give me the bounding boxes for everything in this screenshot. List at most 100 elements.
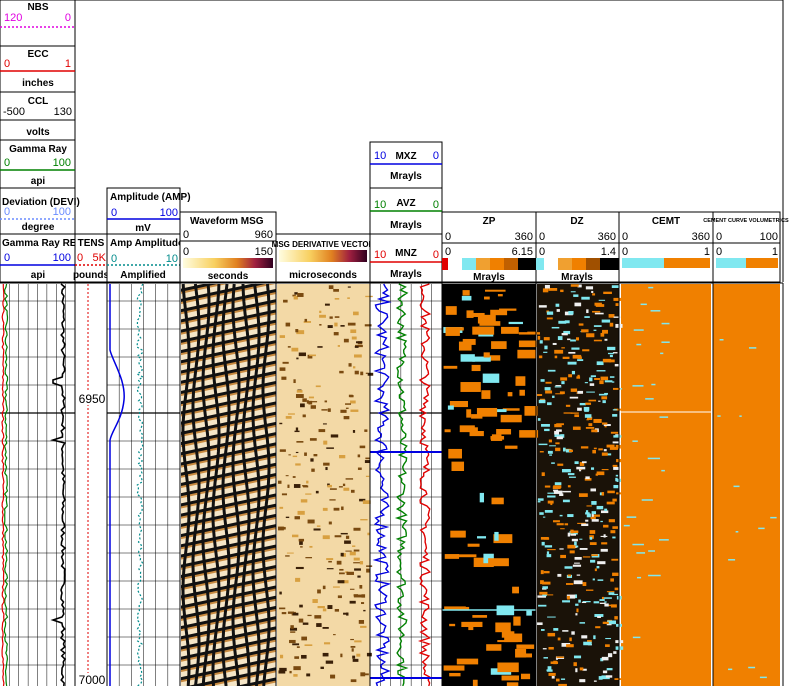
dz-speckle bbox=[614, 678, 622, 680]
dz-speckle bbox=[554, 349, 564, 354]
ccv-tick bbox=[748, 347, 757, 349]
scale-min: 0 bbox=[539, 231, 545, 243]
curve-name: CCL bbox=[28, 96, 49, 107]
deriv-speckle bbox=[350, 679, 357, 683]
dz-speckle bbox=[602, 670, 608, 674]
zp-blob bbox=[466, 383, 474, 391]
dz-speckle bbox=[573, 294, 579, 297]
ccv-tick bbox=[728, 559, 736, 561]
scale-max: 6.15 bbox=[512, 246, 533, 258]
dz-speckle bbox=[579, 548, 588, 550]
dz-speckle bbox=[547, 616, 556, 618]
dz-speckle bbox=[590, 375, 596, 378]
dz-speckle bbox=[556, 309, 560, 312]
scale-min: 0 bbox=[445, 246, 451, 258]
zp-blob bbox=[519, 653, 533, 658]
dz-speckle bbox=[540, 629, 545, 631]
dz-speckle bbox=[541, 541, 545, 546]
zp-blob bbox=[476, 407, 498, 417]
deriv-speckle bbox=[297, 293, 304, 297]
track-title: Waveform MSG bbox=[190, 216, 264, 227]
deriv-speckle bbox=[353, 527, 361, 531]
dz-speckle bbox=[600, 376, 609, 381]
deriv-speckle bbox=[301, 654, 307, 659]
curve-name: TENS bbox=[78, 238, 105, 249]
log-header: NBS 120 0 ECC 0 1 inches CCL -500 130 vo… bbox=[0, 0, 789, 283]
deriv-speckle bbox=[292, 612, 299, 616]
deriv-speckle bbox=[344, 540, 351, 544]
deriv-speckle bbox=[330, 674, 336, 679]
dz-speckle bbox=[552, 342, 557, 345]
dz-speckle bbox=[550, 503, 553, 506]
deriv-speckle bbox=[309, 354, 316, 357]
curve-unit: inches bbox=[22, 78, 54, 89]
dz-speckle bbox=[593, 447, 597, 450]
deriv-speckle bbox=[364, 324, 372, 327]
dz-speckle bbox=[562, 630, 569, 632]
deriv-speckle bbox=[289, 639, 296, 644]
deriv-speckle bbox=[354, 370, 359, 375]
deriv-speckle bbox=[317, 606, 325, 609]
deriv-speckle bbox=[307, 519, 315, 524]
cemt-tick bbox=[632, 543, 644, 546]
dz-speckle bbox=[612, 536, 616, 539]
curve-header-mnz: 10 MNZ 0 Mrayls bbox=[369, 233, 443, 283]
dz-speckle bbox=[591, 554, 598, 557]
dz-speckle bbox=[553, 628, 559, 631]
dz-speckle bbox=[572, 354, 582, 359]
dz-speckle bbox=[609, 376, 615, 378]
msg-waveform-image bbox=[181, 284, 276, 686]
dz-speckle bbox=[593, 418, 602, 423]
deriv-speckle bbox=[333, 332, 339, 336]
deriv-speckle bbox=[339, 454, 346, 459]
dz-speckle bbox=[573, 580, 583, 585]
dz-speckle bbox=[591, 501, 597, 505]
dz-speckle bbox=[596, 505, 604, 510]
deriv-speckle bbox=[338, 486, 343, 488]
dz-speckle bbox=[588, 423, 593, 427]
deriv-speckle bbox=[345, 403, 351, 405]
deriv-speckle bbox=[357, 467, 362, 470]
deriv-speckle bbox=[337, 345, 340, 347]
deriv-speckle bbox=[340, 325, 345, 327]
dz-speckle bbox=[604, 508, 608, 512]
deriv-speckle bbox=[279, 422, 283, 425]
dz-speckle bbox=[567, 595, 570, 600]
dz-speckle bbox=[581, 635, 588, 639]
dz-speckle bbox=[574, 414, 580, 418]
dz-speckle bbox=[538, 399, 546, 404]
zp-blob bbox=[450, 530, 466, 538]
dz-speckle bbox=[611, 285, 620, 289]
dz-speckle bbox=[585, 426, 595, 429]
curve-min: 10 bbox=[374, 150, 386, 162]
dz-speckle bbox=[586, 513, 591, 518]
curve-name: AVZ bbox=[396, 198, 415, 209]
deriv-speckle bbox=[281, 493, 288, 496]
dz-speckle bbox=[566, 644, 574, 648]
zp-blob bbox=[481, 390, 491, 399]
dz-speckle bbox=[551, 462, 555, 464]
deriv-speckle bbox=[350, 409, 359, 412]
deriv-speckle bbox=[295, 394, 304, 398]
dz-speckle bbox=[609, 354, 613, 358]
deriv-speckle bbox=[329, 499, 336, 501]
deriv-speckle bbox=[354, 640, 362, 643]
deriv-speckle bbox=[307, 614, 312, 617]
dz-speckle bbox=[597, 561, 606, 565]
curve-unit: Mrayls bbox=[390, 220, 422, 231]
dz-speckle bbox=[606, 668, 613, 671]
zp-blob bbox=[472, 615, 488, 618]
dz-image bbox=[537, 284, 619, 686]
curve-max: 100 bbox=[160, 207, 178, 219]
dz-speckle bbox=[557, 637, 561, 641]
zp-blob bbox=[447, 405, 454, 410]
dz-speckle bbox=[578, 599, 581, 603]
dz-speckle bbox=[546, 311, 554, 315]
track-header-waveform-msg: Waveform MSG 0 960 0 150 seconds bbox=[179, 211, 277, 283]
dz-speckle bbox=[556, 436, 563, 440]
dz-speckle bbox=[568, 351, 576, 354]
zp-blob bbox=[504, 445, 518, 449]
dz-speckle bbox=[589, 537, 593, 540]
deriv-speckle bbox=[351, 336, 357, 340]
deriv-speckle bbox=[363, 609, 366, 612]
